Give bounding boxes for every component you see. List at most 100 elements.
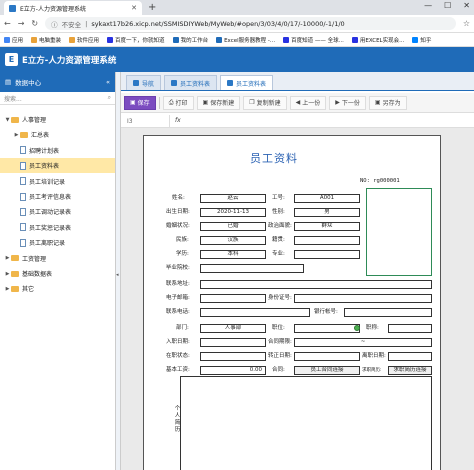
bank-field[interactable] — [344, 308, 432, 317]
close-window-icon[interactable]: ✕ — [463, 1, 470, 10]
home-icon — [133, 80, 139, 86]
star-icon[interactable]: ☆ — [463, 19, 470, 28]
bookmark-item[interactable]: 用EXCEL实现会... — [351, 36, 404, 44]
sidebar-item[interactable]: 员工考评信息表 — [0, 189, 115, 204]
search-input[interactable]: 搜索... — [4, 94, 22, 103]
edu-field[interactable]: 本科 — [200, 250, 266, 259]
sidebar-item[interactable]: ▼ 人事管理 — [0, 112, 115, 127]
contract-period-field[interactable]: ~ — [294, 338, 432, 347]
email-field[interactable] — [200, 294, 266, 303]
dept-field[interactable]: 人事部 — [200, 324, 266, 333]
pos-field[interactable] — [294, 324, 360, 333]
bookmark-item[interactable]: Excel服务器教程 -... — [216, 36, 275, 44]
title-field[interactable] — [388, 324, 432, 333]
splitter-handle-icon[interactable]: ◂ — [116, 272, 119, 278]
sidebar-item-label: 人事管理 — [22, 117, 47, 124]
empno-field[interactable]: A001 — [294, 194, 360, 203]
maximize-icon[interactable]: ☐ — [444, 1, 451, 10]
gender-field[interactable]: 男 — [294, 208, 360, 217]
leave-field[interactable] — [388, 352, 432, 361]
address-field[interactable] — [200, 280, 432, 289]
sidebar-item[interactable]: 员工离职记录 — [0, 235, 115, 250]
reload-icon[interactable]: ↻ — [31, 19, 38, 28]
save-as-button[interactable]: ▣ 另存为 — [368, 95, 407, 110]
native-field[interactable] — [294, 236, 360, 245]
save-button[interactable]: ▣ 保存 — [124, 95, 156, 110]
print-button[interactable]: ⎙ 打印 — [162, 95, 194, 110]
collapsed-arrow-icon[interactable]: ▶ — [13, 132, 20, 138]
address-bar: ← → ↻ ⓘ 不安全 | sykaxt17b26.xicp.net/SSMIS… — [0, 15, 474, 33]
tab-navigation[interactable]: 导航 — [126, 75, 162, 90]
salary-field[interactable]: 0.00 — [200, 366, 266, 375]
sidebar-item[interactable]: 员工资料表 — [0, 158, 115, 174]
collapsed-arrow-icon[interactable]: ▶ — [4, 255, 11, 261]
folder-icon — [11, 116, 19, 123]
save-new-button[interactable]: ▣ 保存新建 — [196, 95, 241, 110]
regular-field[interactable] — [294, 352, 360, 361]
sidebar-item[interactable]: 员工奖惩记录表 — [0, 220, 115, 235]
bookmark-item[interactable]: 百度一下，你就知道 — [107, 36, 165, 44]
sidebar-item[interactable]: ▶ 工资管理 — [0, 251, 115, 266]
bookmark-item[interactable]: 软件应用 — [69, 36, 99, 44]
copy-icon: ❐ — [249, 99, 255, 106]
form-toolbar: ▣ 保存 ⎙ 打印 ▣ 保存新建 ❐ 复制新建 ◀ 上一份 ▶ 下一份 ▣ 另存为 — [121, 93, 474, 113]
tab-employee-form[interactable]: 员工资料表 — [220, 75, 274, 90]
collapsed-arrow-icon[interactable]: ▶ — [4, 271, 11, 277]
photo-box[interactable] — [366, 188, 432, 276]
status-label: 在职状态: — [166, 353, 190, 359]
sidebar-item[interactable]: ▶ 其它 — [0, 281, 115, 296]
ethnic-label: 民族: — [176, 237, 189, 243]
political-field[interactable]: 群众 — [294, 222, 360, 231]
tab-employee-table[interactable]: 员工资料表 — [164, 75, 218, 90]
resume-link-button[interactable]: 求职简历连接 — [388, 366, 432, 375]
sidebar-search[interactable]: 搜索... ⌕ — [0, 92, 115, 105]
bookmarks-bar: 应用 电脑重装 软件应用 百度一下，你就知道 我的工作台 Excel服务器教程 … — [0, 33, 474, 47]
hire-field[interactable] — [200, 338, 266, 347]
idcard-field[interactable] — [294, 294, 432, 303]
bank-label: 银行帐号: — [314, 309, 338, 315]
resume-field[interactable] — [180, 376, 432, 470]
collapse-sidebar-icon[interactable]: « — [106, 78, 110, 86]
forward-icon[interactable]: → — [18, 19, 25, 28]
birth-field[interactable]: 2020-11-13 — [200, 208, 266, 217]
document-icon — [20, 161, 26, 170]
status-field[interactable] — [200, 352, 266, 361]
name-field[interactable]: 赵云 — [200, 194, 266, 203]
phone-field[interactable] — [200, 308, 310, 317]
back-icon[interactable]: ← — [4, 19, 11, 28]
document-icon — [20, 146, 26, 155]
marital-field[interactable]: 已婚 — [200, 222, 266, 231]
major-field[interactable] — [294, 250, 360, 259]
school-field[interactable] — [200, 264, 304, 273]
copy-new-button[interactable]: ❐ 复制新建 — [243, 95, 287, 110]
save-new-icon: ▣ — [202, 99, 209, 106]
bookmark-item[interactable]: 百度知道 —— 全球... — [283, 36, 344, 44]
ethnic-field[interactable]: 汉族 — [200, 236, 266, 245]
minimize-icon[interactable]: — — [424, 1, 432, 10]
bookmark-apps[interactable]: 应用 — [4, 36, 23, 44]
close-tab-icon[interactable]: ✕ — [131, 4, 137, 12]
bookmark-item[interactable]: 我的工作台 — [172, 36, 208, 44]
sidebar-item-label: 工资管理 — [22, 255, 47, 263]
sidebar-item[interactable]: 招聘计划表 — [0, 143, 115, 158]
collapsed-arrow-icon[interactable]: ▶ — [4, 286, 11, 292]
sidebar-item[interactable]: ▶ 基础数据表 — [0, 266, 115, 281]
bookmark-item[interactable]: 电脑重装 — [31, 36, 61, 44]
contract-link-button[interactable]: 员工合同连接 — [294, 366, 360, 375]
url-field[interactable]: ⓘ 不安全 | sykaxt17b26.xicp.net/SSMISDIYWeb… — [45, 17, 456, 30]
new-tab-button[interactable]: + — [148, 2, 156, 13]
sidebar-item-label: 员工考评信息表 — [29, 194, 72, 201]
sidebar-item[interactable]: ▶ 汇总表 — [0, 127, 115, 142]
next-button[interactable]: ▶ 下一份 — [329, 95, 366, 110]
bookmark-item[interactable]: 知乎 — [412, 36, 431, 44]
search-icon[interactable]: ⌕ — [108, 94, 111, 102]
app-header: E E立方-人力资源管理系统 — [0, 47, 474, 72]
sidebar-item[interactable]: 员工培训记录 — [0, 174, 115, 189]
browser-tab[interactable]: E立方-人力资源管理系统 ✕ — [4, 1, 142, 15]
sidebar-item-label: 员工调动记录表 — [29, 209, 72, 217]
sidebar-item[interactable]: 员工调动记录表 — [0, 204, 115, 219]
prev-button[interactable]: ◀ 上一份 — [289, 95, 327, 110]
expanded-arrow-icon[interactable]: ▼ — [4, 117, 11, 123]
app-title: E立方-人力资源管理系统 — [22, 55, 117, 66]
tab-title: E立方-人力资源管理系统 — [20, 5, 86, 13]
